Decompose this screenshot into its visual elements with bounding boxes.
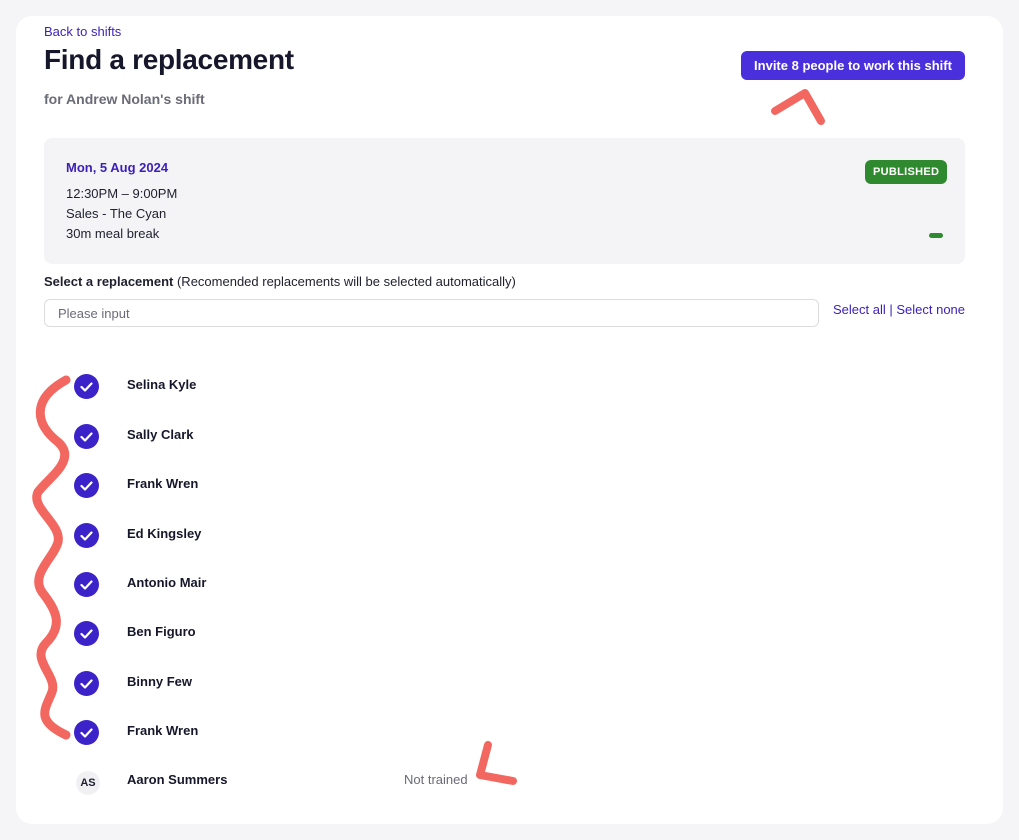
check-icon[interactable] xyxy=(74,621,99,646)
shift-location: Sales - The Cyan xyxy=(66,206,167,221)
person-name: Frank Wren xyxy=(127,723,199,738)
person-name: Selina Kyle xyxy=(127,377,197,392)
check-icon[interactable] xyxy=(74,424,99,449)
replacement-search-input[interactable] xyxy=(44,299,819,327)
person-row[interactable]: Frank Wren xyxy=(74,471,774,501)
check-icon[interactable] xyxy=(74,523,99,548)
person-name: Sally Clark xyxy=(127,427,194,442)
select-replacement-title: Select a replacement xyxy=(44,274,174,289)
select-separator: | xyxy=(885,302,897,317)
main-panel: Back to shifts Find a replacement for An… xyxy=(16,16,1003,824)
back-to-shifts-link[interactable]: Back to shifts xyxy=(44,24,121,39)
shift-card: Mon, 5 Aug 2024 12:30PM – 9:00PM Sales -… xyxy=(44,138,965,264)
check-icon[interactable] xyxy=(74,720,99,745)
person-row[interactable]: Antonio Mair xyxy=(74,570,774,600)
invite-button[interactable]: Invite 8 people to work this shift xyxy=(741,51,965,80)
shift-date: Mon, 5 Aug 2024 xyxy=(66,160,169,175)
person-name: Aaron Summers xyxy=(127,772,228,787)
shift-meal-break: 30m meal break xyxy=(66,226,160,241)
check-icon[interactable] xyxy=(74,473,99,498)
select-replacement-note: (Recomended replacements will be selecte… xyxy=(173,274,516,289)
shift-time: 12:30PM – 9:00PM xyxy=(66,186,178,201)
person-row[interactable]: Sally Clark xyxy=(74,422,774,452)
page-title: Find a replacement xyxy=(44,44,294,75)
select-replacement-label: Select a replacement (Recomended replace… xyxy=(44,274,516,289)
person-name: Frank Wren xyxy=(127,476,199,491)
check-icon[interactable] xyxy=(74,374,99,399)
person-row[interactable]: Binny Few xyxy=(74,669,774,699)
person-row[interactable]: Frank Wren xyxy=(74,718,774,748)
person-name: Antonio Mair xyxy=(127,575,207,590)
check-icon[interactable] xyxy=(74,671,99,696)
person-name: Binny Few xyxy=(127,674,193,689)
avatar[interactable]: AS xyxy=(76,771,100,795)
person-row[interactable]: Ben Figuro xyxy=(74,619,774,649)
person-name: Ben Figuro xyxy=(127,624,196,639)
select-all-link[interactable]: Select all xyxy=(833,302,886,317)
check-icon[interactable] xyxy=(74,572,99,597)
person-status-note: Not trained xyxy=(404,772,468,787)
select-none-link[interactable]: Select none xyxy=(896,302,965,317)
page-subtitle: for Andrew Nolan's shift xyxy=(44,91,205,107)
person-row[interactable]: Ed Kingsley xyxy=(74,521,774,551)
person-name: Ed Kingsley xyxy=(127,526,202,541)
select-links: Select all | Select none xyxy=(833,302,965,317)
status-badge: PUBLISHED xyxy=(865,160,948,184)
status-indicator xyxy=(929,233,943,238)
person-row[interactable]: AS Aaron Summers Not trained xyxy=(74,767,774,797)
person-row[interactable]: Selina Kyle xyxy=(74,372,774,402)
